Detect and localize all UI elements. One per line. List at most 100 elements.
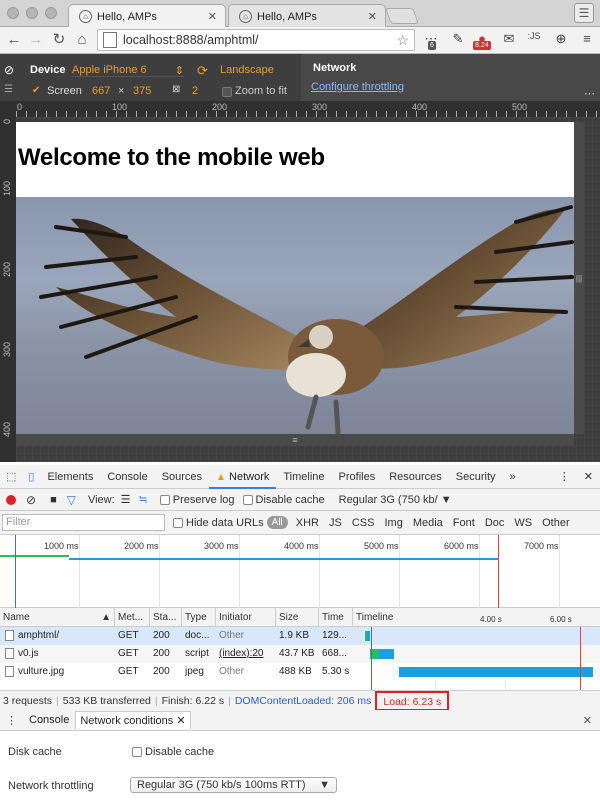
devtools-menu-icon[interactable]: ⋮ — [552, 465, 577, 489]
col-time[interactable]: Time — [319, 608, 353, 627]
horizontal-resize-handle[interactable]: ≡ — [16, 434, 574, 446]
large-rows-icon[interactable]: ☰ — [121, 493, 131, 506]
dpr-input[interactable]: 2 — [192, 85, 198, 97]
back-arrow-icon[interactable]: ← — [5, 32, 23, 48]
filter-ws[interactable]: WS — [509, 517, 537, 529]
minimize-window-button[interactable] — [26, 7, 38, 19]
menu-icon[interactable]: ≡ — [578, 31, 596, 46]
tab-console[interactable]: Console — [100, 465, 154, 489]
table-row[interactable]: amphtml/GET 200 doc... Other 1.9 KB 129... — [0, 627, 600, 645]
more-icon[interactable]: ⋯ — [584, 87, 595, 100]
extension-icon[interactable]: ⋯ 6 — [422, 31, 440, 50]
tab-profiles[interactable]: Profiles — [332, 465, 383, 489]
view-label: View: — [87, 493, 115, 506]
filter-css[interactable]: CSS — [347, 517, 380, 529]
screen-width-input[interactable]: 667 — [92, 85, 110, 97]
overview-icon[interactable]: ≒ — [139, 493, 148, 506]
maximize-window-button[interactable] — [45, 7, 57, 19]
filter-doc[interactable]: Doc — [480, 517, 510, 529]
close-window-button[interactable] — [7, 7, 19, 19]
orientation-select[interactable]: Landscape — [220, 64, 284, 76]
network-overview[interactable]: 1000 ms 2000 ms 3000 ms 4000 ms 5000 ms … — [0, 535, 600, 608]
record-icon[interactable] — [6, 494, 16, 505]
media-query-icon[interactable]: ☰ — [4, 84, 13, 95]
home-icon[interactable]: ⌂ — [73, 32, 91, 48]
camera-icon[interactable]: ■ — [50, 494, 57, 506]
browser-tab-active[interactable]: ⌂ Hello, AMPs ✕ — [68, 4, 226, 28]
timeline-dcl-marker — [371, 627, 372, 690]
network-throttling-select[interactable]: Regular 3G (750 kb/s 100ms RTT) ▼ — [130, 777, 337, 793]
col-method[interactable]: Met... — [115, 608, 150, 627]
tab-security[interactable]: Security — [449, 465, 503, 489]
extension-icon[interactable]: ● 8.24 — [473, 31, 491, 50]
filter-input[interactable]: Filter — [2, 514, 165, 531]
zoom-to-fit-checkbox[interactable] — [222, 87, 232, 97]
close-tab-icon[interactable]: ✕ — [208, 10, 217, 23]
preserve-log-checkbox[interactable]: Preserve log — [159, 494, 235, 506]
filter-font[interactable]: Font — [448, 517, 480, 529]
device-select[interactable]: Apple iPhone 6 ⇕ — [72, 64, 184, 77]
inspect-element-icon[interactable]: ⬚ — [0, 465, 22, 489]
close-drawer-icon[interactable]: ✕ — [583, 714, 592, 727]
filter-js[interactable]: JS — [324, 517, 347, 529]
address-bar[interactable]: localhost:8888/amphtml/ ☆ — [97, 29, 415, 51]
clear-icon[interactable]: ⊘ — [26, 493, 36, 507]
rotate-icon[interactable]: ⟳ — [197, 63, 208, 79]
overview-tick-label: 4000 ms — [284, 541, 319, 551]
filter-all-button[interactable]: All — [266, 516, 288, 529]
cell-status: 200 — [150, 627, 182, 645]
col-initiator[interactable]: Initiator — [216, 608, 276, 627]
more-tabs-button[interactable]: » — [503, 465, 523, 489]
filter-xhr[interactable]: XHR — [291, 517, 324, 529]
close-tab-icon[interactable]: ✕ — [368, 10, 377, 23]
hide-data-urls-checkbox[interactable]: Hide data URLs — [173, 517, 264, 529]
cell-initiator[interactable]: (index):20 — [216, 645, 276, 663]
close-icon[interactable]: ✕ — [176, 715, 185, 727]
drawer-menu-icon[interactable]: ⋮ — [6, 714, 17, 727]
forward-arrow-icon[interactable]: → — [27, 32, 45, 48]
col-status[interactable]: Sta... — [150, 608, 182, 627]
tab-network[interactable]: ▲ Network — [209, 465, 277, 489]
tab-elements[interactable]: Elements — [40, 465, 100, 489]
close-devtools-icon[interactable]: ✕ — [577, 465, 600, 489]
chrome-menu-icon[interactable]: ☰ — [574, 3, 594, 23]
col-size[interactable]: Size — [276, 608, 319, 627]
device-label: Device — [30, 64, 66, 76]
request-count: 3 requests — [3, 694, 53, 707]
js-extension-icon[interactable]: :JS — [525, 31, 543, 41]
filter-other[interactable]: Other — [537, 517, 575, 529]
ruler-label: 100 — [2, 181, 12, 197]
extension-icon[interactable]: ⊕ — [552, 31, 570, 47]
disable-cache-option[interactable]: Disable cache — [132, 746, 214, 758]
tab-sources[interactable]: Sources — [155, 465, 209, 489]
disable-cache-checkbox[interactable]: Disable cache — [242, 494, 325, 506]
filter-media[interactable]: Media — [408, 517, 448, 529]
col-name[interactable]: Name ▲ — [0, 608, 115, 627]
drawer-tab-network-conditions[interactable]: Network conditions ✕ — [75, 711, 191, 729]
eyedropper-icon[interactable]: ✎ — [449, 31, 467, 47]
browser-tab-inactive[interactable]: ⌂ Hello, AMPs ✕ — [228, 4, 386, 28]
col-type[interactable]: Type — [182, 608, 216, 627]
table-row[interactable]: vulture.jpg GET 200 jpeg Other 488 KB 5.30 s — [0, 663, 600, 681]
screen-height-input[interactable]: 375 — [133, 85, 151, 97]
tab-timeline[interactable]: Timeline — [276, 465, 331, 489]
waterfall-bar[interactable] — [398, 667, 593, 677]
new-tab-button[interactable] — [385, 8, 419, 24]
configure-throttling-link[interactable]: Configure throttling — [311, 81, 404, 93]
vertical-resize-handle[interactable]: ||| — [574, 122, 584, 434]
reload-icon[interactable]: ↻ — [50, 32, 68, 48]
waterfall-bar[interactable] — [369, 649, 395, 659]
throttle-select[interactable]: Regular 3G (750 kb/ ▼ — [339, 494, 452, 506]
device-mode-off-icon[interactable]: ⊘ — [4, 63, 14, 77]
filter-icon[interactable]: ▽ — [67, 493, 76, 507]
filter-img[interactable]: Img — [379, 517, 407, 529]
bookmark-star-icon[interactable]: ☆ — [396, 32, 409, 49]
col-timeline[interactable]: Timeline 4.00 s 6.00 s — [353, 608, 600, 627]
drawer-tab-console[interactable]: Console — [29, 714, 69, 726]
tab-resources[interactable]: Resources — [382, 465, 449, 489]
waterfall-bar[interactable] — [365, 631, 370, 641]
table-row[interactable]: v0.js GET 200 script (index):20 43.7 KB 668... — [0, 645, 600, 663]
device-mode-icon[interactable]: ▯ — [22, 465, 40, 489]
emulate-screen-checkbox[interactable]: ✔ — [32, 85, 40, 96]
mail-icon[interactable]: ✉ — [500, 31, 518, 47]
